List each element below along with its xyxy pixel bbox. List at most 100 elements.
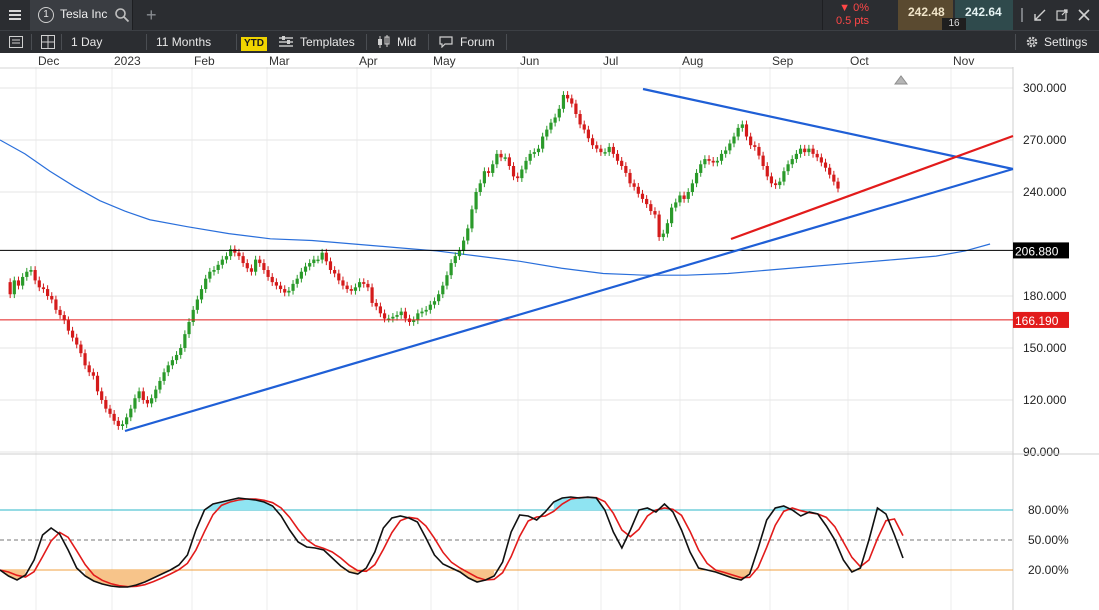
candle-body [345,285,349,290]
settings-button[interactable]: Settings [1044,31,1087,53]
minimize-icon[interactable] [1034,9,1046,21]
candle-body [254,259,258,272]
candle-body [424,309,428,312]
candle-body [295,278,299,284]
candle-body [703,159,707,165]
candle-body [412,320,416,322]
candle-body [391,316,395,319]
time-axis-label: Aug [682,54,703,68]
forum-button[interactable]: Forum [460,31,495,53]
candle-body [245,263,249,269]
trendline[interactable] [730,134,1014,241]
candle-body [570,98,574,104]
ytd-button[interactable]: YTD [241,31,267,53]
candles-group [8,91,840,430]
candle-body [823,162,828,168]
trendline[interactable] [124,167,1014,433]
candle-body [262,263,266,270]
candle-body [312,259,316,264]
candle-body [753,145,757,147]
candle-body [482,171,486,184]
hamburger-menu-icon[interactable] [0,0,30,30]
candle-body [278,285,283,290]
candle-body [37,280,41,288]
candle-body [836,181,840,189]
candle-body [212,270,216,272]
candle-body [362,282,366,284]
candle-body [586,129,590,139]
price-type-selector[interactable]: Mid [397,31,416,53]
candle-body [524,160,528,170]
candle-body [432,301,437,305]
candle-body [108,408,112,414]
candle-body [607,146,611,153]
time-axis-label: Mar [269,54,290,68]
candle-body [154,389,158,399]
candle-body [807,148,811,153]
price-axis-label: 90.000 [1023,445,1060,459]
candle-body [819,157,823,163]
candle-body [478,183,482,192]
candle-body [299,271,303,279]
candle-body [8,282,12,295]
interval-selector[interactable]: 1 Day [71,31,102,53]
candle-body [682,195,686,199]
candle-body [162,372,166,381]
candle-body [599,148,603,153]
layout-grid-icon[interactable] [41,35,55,49]
candle-body [632,183,636,187]
candle-body [769,176,774,184]
candle-body [657,214,661,238]
candle-body [803,148,807,153]
panel-toggle-icon[interactable] [9,36,23,48]
popout-icon[interactable] [1056,9,1068,21]
candle-body [690,183,694,192]
candle-body [719,153,724,161]
candle-body [620,160,624,166]
gear-icon[interactable] [1025,35,1039,49]
candle-body [815,153,819,158]
time-axis-label: May [433,54,456,68]
candle-body [828,167,832,175]
range-selector[interactable]: 11 Months [156,31,211,53]
candle-body [21,276,25,286]
candle-body [491,164,495,173]
candle-body [133,398,137,409]
price-chart[interactable]: Dec 2023 Feb Mar Apr May Jun Jul Aug Sep Oct Nov 300… [0,53,1099,610]
candle-body [374,302,378,307]
candle-body [615,153,620,161]
close-icon[interactable] [1078,9,1090,21]
time-axis-label: Jul [603,54,618,68]
candle-body [120,424,125,426]
templates-button[interactable]: Templates [300,31,355,53]
time-axis-label: Sep [772,54,794,68]
change-percent: ▼ 0% [839,2,869,14]
moving-average-line [0,139,991,276]
candle-body [670,207,674,224]
search-icon[interactable] [114,7,130,23]
candle-body [104,400,108,409]
top-bar: 1 Tesla Inc + ▼ 0% 0.5 pts 242.48 16 242… [0,0,1099,30]
candle-body [233,249,237,253]
candle-body [287,290,291,293]
candle-body [204,278,208,290]
level-price-label: 206.880 [1015,244,1059,258]
candle-body [782,171,786,182]
candle-body [511,166,516,177]
candle-body [33,270,37,281]
candle-body [561,94,566,109]
symbol-tab[interactable]: 1 Tesla Inc [30,0,133,30]
level-price-label: 166.190 [1015,314,1059,328]
price-axis-label: 240.000 [1023,185,1067,199]
alert-marker-icon[interactable] [894,75,908,85]
candle-body [574,103,578,114]
add-tab-icon[interactable]: + [146,5,157,26]
candle-body [403,311,407,319]
menu-dots-icon[interactable] [1018,7,1026,23]
candle-body [582,124,586,130]
sell-price: 242.48 [908,5,945,19]
candle-body [474,192,478,210]
candle-body [50,296,54,300]
candle-body [337,273,341,281]
candle-body [661,233,665,238]
